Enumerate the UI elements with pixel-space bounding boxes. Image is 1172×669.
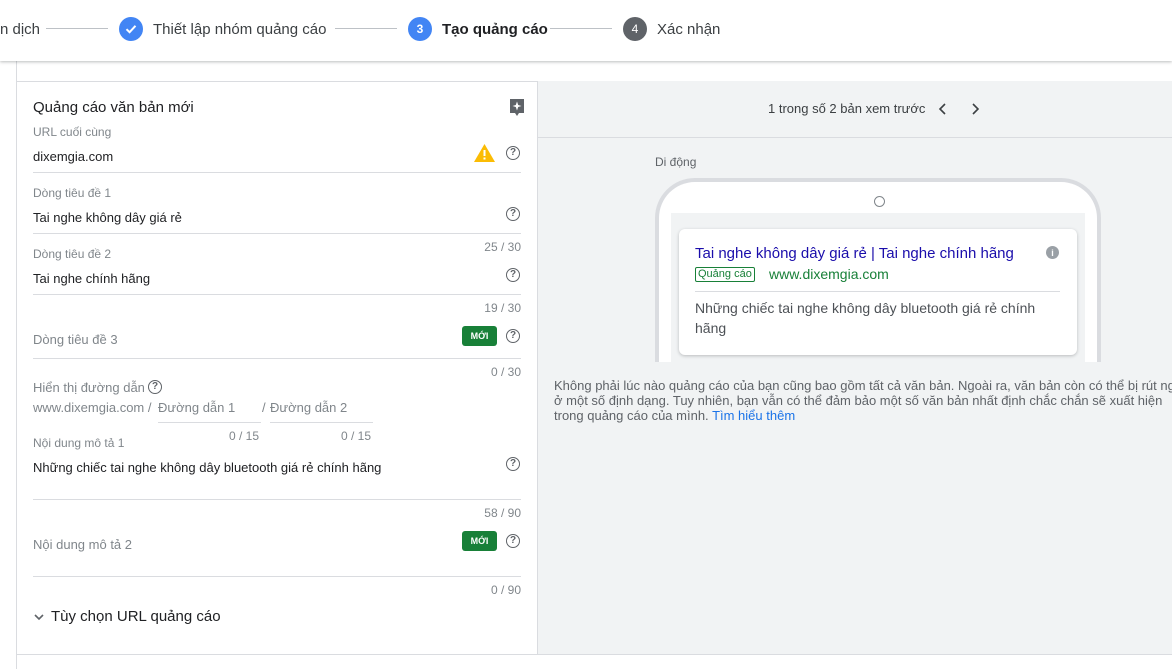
headline2-label: Dòng tiêu đề 2 [33, 247, 112, 261]
path1-counter: 0 / 15 [228, 429, 259, 443]
step-label: Thiết lập nhóm quảng cáo [153, 20, 327, 38]
warning-icon[interactable] [473, 143, 496, 163]
step-number: 4 [623, 17, 647, 41]
help-icon[interactable]: ? [506, 146, 520, 160]
field-underline [33, 233, 521, 234]
field-underline [270, 422, 373, 423]
headline1-counter: 25 / 30 [484, 240, 521, 254]
chevron-right-icon[interactable] [967, 101, 983, 117]
headline2-input[interactable]: Tai nghe chính hãng [33, 271, 150, 286]
url-options-expander[interactable]: Tùy chọn URL quảng cáo [33, 608, 221, 625]
text-ad-form: Quảng cáo văn bản mới URL cuối cùng dixe… [17, 81, 538, 654]
step-create-ad[interactable]: 3 Tạo quảng cáo [408, 17, 548, 41]
step-connector [550, 28, 612, 29]
step-ad-group[interactable]: Thiết lập nhóm quảng cáo [119, 17, 326, 41]
help-icon[interactable]: ? [148, 380, 162, 394]
description1-label: Nội dung mô tả 1 [33, 436, 125, 450]
device-label: Di động [655, 155, 697, 169]
preview-note-text: Không phải lúc nào quảng cáo của bạn cũn… [554, 378, 1172, 423]
ad-divider [695, 291, 1060, 292]
preview-note: Không phải lúc nào quảng cáo của bạn cũn… [554, 378, 1172, 423]
chevron-left-icon[interactable] [935, 101, 951, 117]
path-separator: / [262, 400, 266, 415]
new-badge: MỚI [462, 326, 497, 346]
headline3-input[interactable]: Dòng tiêu đề 3 [33, 332, 118, 347]
step-confirm[interactable]: 4 Xác nhận [623, 17, 720, 41]
ad-preview-card: Tai nghe không dây giá rẻ | Tai nghe chí… [679, 229, 1077, 355]
ad-headline: Tai nghe không dây giá rẻ | Tai nghe chí… [695, 245, 1014, 262]
help-icon[interactable]: ? [506, 534, 520, 548]
field-underline [33, 172, 521, 173]
phone-camera [874, 196, 885, 207]
ad-display-url: www.dixemgia.com [769, 266, 889, 282]
path2-input[interactable]: Đường dẫn 2 [270, 400, 347, 415]
field-underline [158, 422, 261, 423]
preview-header: 1 trong số 2 bản xem trước [538, 81, 1172, 138]
path1-input[interactable]: Đường dẫn 1 [158, 400, 235, 415]
description2-counter: 0 / 90 [490, 583, 521, 597]
step-label: Tạo quảng cáo [442, 20, 548, 38]
field-underline [33, 499, 521, 500]
help-icon[interactable]: ? [506, 268, 520, 282]
new-badge: MỚI [462, 531, 497, 551]
headline3-counter: 0 / 30 [490, 365, 521, 379]
stepper: n dịch Thiết lập nhóm quảng cáo 3 Tạo qu… [0, 0, 1172, 61]
final-url-label: URL cuối cùng [33, 125, 112, 139]
field-underline [33, 576, 521, 577]
step-connector [335, 28, 397, 29]
ad-description: Những chiếc tai nghe không dây bluetooth… [695, 300, 1036, 336]
preview-count: 1 trong số 2 bản xem trước [768, 101, 926, 116]
footer-band [17, 654, 1172, 669]
sparkle-suggestion-icon[interactable] [508, 98, 526, 118]
headline1-label: Dòng tiêu đề 1 [33, 186, 112, 200]
description1-counter: 58 / 90 [484, 506, 521, 520]
display-path-label: Hiển thị đường dẫn [33, 380, 145, 395]
help-icon[interactable]: ? [506, 457, 520, 471]
step-campaign[interactable]: n dịch [0, 17, 40, 41]
step-number: 3 [408, 17, 432, 41]
checkmark-icon [119, 17, 143, 41]
url-options-label: Tùy chọn URL quảng cáo [51, 608, 221, 625]
phone-screen: Tai nghe không dây giá rẻ | Tai nghe chí… [671, 213, 1085, 362]
ad-preview-panel: 1 trong số 2 bản xem trước Di động Tai n… [538, 81, 1172, 654]
learn-more-link[interactable]: Tìm hiểu thêm [712, 408, 795, 423]
ad-badge: Quảng cáo [695, 267, 755, 282]
description1-input[interactable]: Những chiếc tai nghe không dây bluetooth… [33, 460, 381, 475]
left-gutter [0, 61, 17, 669]
path2-counter: 0 / 15 [340, 429, 371, 443]
field-underline [33, 358, 521, 359]
description2-input[interactable]: Nội dung mô tả 2 [33, 537, 132, 552]
info-icon[interactable]: i [1046, 246, 1059, 259]
step-label: Xác nhận [657, 20, 721, 38]
phone-frame: Tai nghe không dây giá rẻ | Tai nghe chí… [655, 178, 1101, 362]
final-url-input[interactable]: dixemgia.com [33, 149, 113, 164]
step-label: n dịch [0, 20, 41, 38]
headline1-input[interactable]: Tai nghe không dây giá rẻ [33, 210, 182, 225]
display-path-prefix: www.dixemgia.com / [33, 400, 152, 415]
form-title: Quảng cáo văn bản mới [33, 99, 194, 116]
step-connector [46, 28, 108, 29]
help-icon[interactable]: ? [506, 329, 520, 343]
chevron-down-icon [34, 613, 44, 620]
headline2-counter: 19 / 30 [484, 301, 521, 315]
header-spacer [0, 61, 1172, 81]
field-underline [33, 294, 521, 295]
help-icon[interactable]: ? [506, 207, 520, 221]
